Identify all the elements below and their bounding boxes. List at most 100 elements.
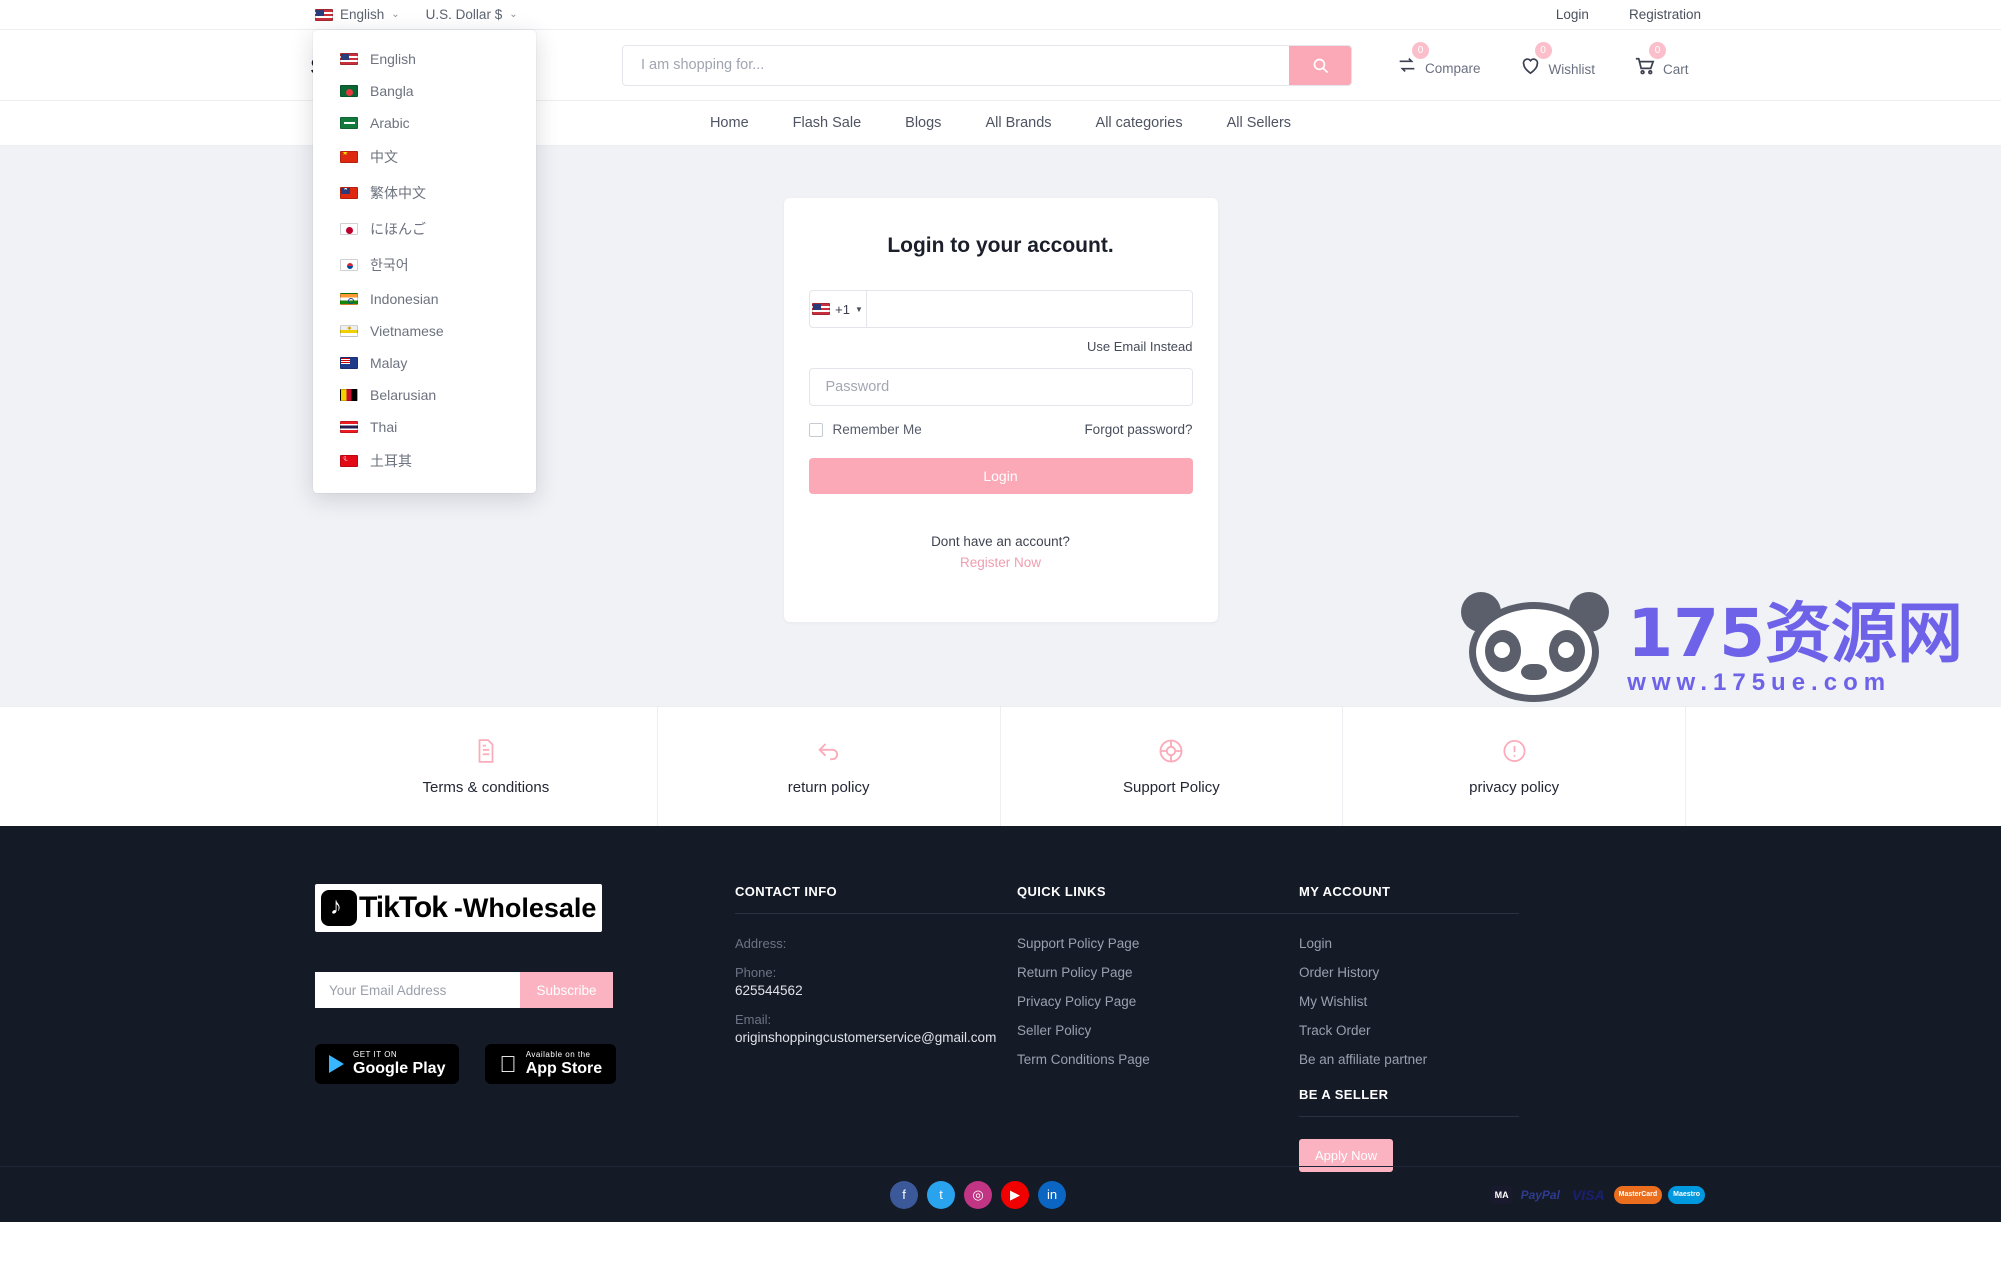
nav-item-blogs[interactable]: Blogs: [905, 115, 941, 131]
language-option[interactable]: 土耳其: [313, 443, 536, 479]
account-link-item[interactable]: My Wishlist: [1299, 994, 1519, 1009]
mastercard-icon: MasterCard: [1613, 1185, 1663, 1204]
search-button[interactable]: [1289, 45, 1351, 85]
language-option[interactable]: Vietnamese: [313, 315, 536, 347]
language-label: English: [340, 7, 385, 22]
language-option[interactable]: 繁体中文: [313, 175, 536, 211]
account-link-item[interactable]: Order History: [1299, 965, 1519, 980]
watermark: 175资源网 www.175ue.com: [1455, 590, 1963, 710]
currency-selector[interactable]: U.S. Dollar $ ⌄: [426, 7, 518, 22]
account-link-item[interactable]: Track Order: [1299, 1023, 1519, 1038]
payment-methods: MA PayPal VISA MasterCard Maestro: [1491, 1185, 1705, 1204]
policy-support[interactable]: Support Policy: [1001, 707, 1344, 826]
account-link-item[interactable]: Be an affiliate partner: [1299, 1052, 1519, 1067]
quicklink-item[interactable]: Privacy Policy Page: [1017, 994, 1299, 1009]
footer-logo[interactable]: TikTok -Wholesale: [315, 884, 603, 932]
linkedin-icon[interactable]: in: [1038, 1180, 1066, 1209]
language-option[interactable]: 한국어: [313, 247, 536, 283]
language-option[interactable]: 中文: [313, 139, 536, 175]
policy-return[interactable]: return policy: [658, 707, 1001, 826]
cart-action[interactable]: 0 Cart: [1633, 41, 1689, 77]
watermark-url: www.175ue.com: [1627, 668, 1892, 696]
newsletter-form[interactable]: Subscribe: [315, 972, 613, 1008]
footer-bottom-bar: f t ◎ ▶ in MA PayPal VISA MasterCard Maestro: [0, 1166, 2001, 1222]
topbar: English ⌄ U.S. Dollar $ ⌄ Login Registra…: [0, 0, 2001, 30]
no-account-text: Dont have an account?: [931, 534, 1070, 549]
phone-input[interactable]: [866, 291, 1192, 327]
chevron-down-icon: ⌄: [391, 9, 400, 20]
language-option-label: 한국어: [370, 257, 409, 273]
contact-heading: CONTACT INFO: [735, 884, 838, 899]
language-option[interactable]: Thai: [313, 411, 536, 443]
footer-logo-suffix: -Wholesale: [453, 892, 597, 923]
nav-item-home[interactable]: Home: [710, 115, 749, 131]
app-store-badge[interactable]:  Available on the App Store: [485, 1044, 617, 1084]
language-option[interactable]: Bangla: [313, 75, 536, 107]
policy-label: Support Policy: [1123, 779, 1220, 796]
flag-icon: [340, 389, 358, 401]
language-option[interactable]: English: [313, 43, 536, 75]
language-selector[interactable]: English ⌄: [315, 7, 400, 22]
search-icon: [1313, 58, 1328, 73]
youtube-icon[interactable]: ▶: [1001, 1180, 1029, 1209]
password-input[interactable]: [808, 368, 1193, 406]
login-title: Login to your account.: [887, 234, 1114, 257]
language-option-label: Thai: [370, 419, 398, 435]
phone-label: Phone:: [735, 965, 777, 980]
language-option[interactable]: Arabic: [313, 107, 536, 139]
wishlist-badge: 0: [1534, 41, 1552, 59]
facebook-icon[interactable]: f: [890, 1180, 918, 1209]
policy-terms[interactable]: Terms & conditions: [315, 707, 658, 826]
email-label: Email:: [735, 1012, 772, 1027]
account-heading: MY ACCOUNT: [1299, 884, 1391, 899]
google-play-badge[interactable]: GET IT ON Google Play: [315, 1044, 460, 1084]
social-links: f t ◎ ▶ in: [890, 1180, 1066, 1209]
wishlist-action[interactable]: 0 Wishlist: [1519, 41, 1595, 77]
nav-item-all-brands[interactable]: All Brands: [985, 115, 1051, 131]
currency-label: U.S. Dollar $: [425, 7, 503, 22]
use-email-instead-link[interactable]: Use Email Instead: [809, 339, 1193, 354]
newsletter-email-input[interactable]: [315, 972, 520, 1008]
subscribe-button[interactable]: Subscribe: [520, 972, 613, 1008]
register-now-link[interactable]: Register Now: [809, 555, 1193, 570]
site-header: sale ⌄ 0 Compare: [0, 30, 2001, 100]
site-footer: TikTok -Wholesale Subscribe GET IT ON Go…: [0, 826, 2001, 1222]
maestro-icon: Maestro: [1668, 1185, 1705, 1204]
language-option-label: Bangla: [370, 83, 414, 99]
login-button[interactable]: Login: [808, 458, 1193, 494]
quicklink-item[interactable]: Support Policy Page: [1017, 936, 1299, 951]
remember-me-label: Remember Me: [832, 422, 922, 437]
quicklink-item[interactable]: Term Conditions Page: [1017, 1052, 1299, 1067]
language-option[interactable]: Belarusian: [313, 379, 536, 411]
visa-icon: VISA: [1571, 1186, 1605, 1203]
nav-item-flash-sale[interactable]: Flash Sale: [793, 115, 862, 131]
badge-small-text: Available on the: [508, 1050, 590, 1059]
quicklink-item[interactable]: Return Policy Page: [1017, 965, 1299, 980]
phone-input-group[interactable]: +1 ▼: [808, 290, 1193, 328]
language-option-label: Indonesian: [370, 291, 439, 307]
topbar-right: Login Registration: [1556, 7, 1701, 22]
cart-label: Cart: [1663, 61, 1689, 77]
language-option[interactable]: Indonesian: [313, 283, 536, 315]
quicklink-item[interactable]: Seller Policy: [1017, 1023, 1299, 1038]
country-code-selector[interactable]: +1 ▼: [810, 291, 867, 327]
language-option[interactable]: にほんご: [313, 211, 536, 247]
lifebuoy-icon: [1159, 739, 1183, 763]
search-box[interactable]: [622, 44, 1352, 86]
topbar-registration-link[interactable]: Registration: [1629, 7, 1701, 22]
account-link-item[interactable]: Login: [1299, 936, 1519, 951]
twitter-icon[interactable]: t: [927, 1180, 955, 1209]
flag-icon: [340, 85, 358, 97]
topbar-login-link[interactable]: Login: [1556, 7, 1589, 22]
nav-item-all-sellers[interactable]: All Sellers: [1227, 115, 1291, 131]
search-input[interactable]: [623, 45, 1289, 85]
remember-me-checkbox[interactable]: [808, 422, 823, 437]
compare-action[interactable]: 0 Compare: [1396, 42, 1481, 76]
policy-privacy[interactable]: privacy policy: [1343, 707, 1686, 826]
instagram-icon[interactable]: ◎: [964, 1180, 992, 1209]
flag-icon: [340, 293, 358, 305]
language-option[interactable]: Malay: [313, 347, 536, 379]
forgot-password-link[interactable]: Forgot password?: [1084, 422, 1192, 437]
nav-item-all-categories[interactable]: All categories: [1096, 115, 1183, 131]
language-dropdown-menu[interactable]: English Bangla Arabic 中文繁体中文にほんご 한국어 Indonesi…: [313, 30, 536, 493]
